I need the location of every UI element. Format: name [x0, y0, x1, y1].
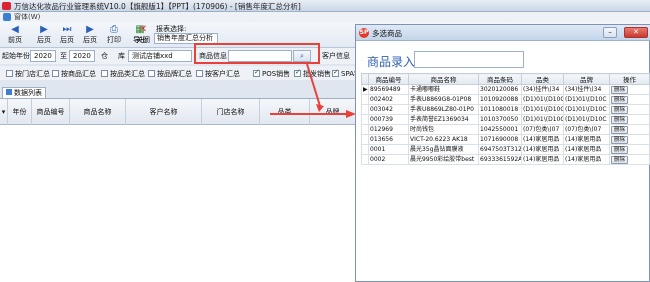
start-year-label: 起始年份: [2, 52, 30, 60]
last-page-button[interactable]: ▶ 后页: [79, 24, 101, 46]
checkbox-by-customer[interactable]: 按客户汇总: [196, 69, 240, 79]
grid-indicator-col: ▾: [0, 99, 8, 125]
col-barcode[interactable]: 商品条码: [478, 73, 522, 85]
grid-col-product-name[interactable]: 商品名称: [70, 99, 126, 125]
checkbox-by-store[interactable]: 按门店汇总: [6, 69, 50, 79]
delete-row-button[interactable]: 删除: [611, 96, 629, 104]
checkbox-by-brand[interactable]: 按品牌汇总: [148, 69, 192, 79]
dialog-app-icon: SP: [359, 28, 369, 38]
product-entry-label: 商品录入: [367, 55, 416, 69]
table-row[interactable]: 002402 手表U8869G8-01P08 1010920088 (D1)01…: [361, 94, 650, 105]
warehouse-label: 仓: [101, 52, 108, 60]
window-menu-icon: [3, 13, 11, 21]
close-dialog-button[interactable]: ✕: [624, 27, 648, 38]
grid-col-customer-name[interactable]: 客户名称: [126, 99, 202, 125]
col-product-name[interactable]: 商品名称: [408, 73, 479, 85]
to-label: 至: [60, 52, 67, 60]
close-icon: ✕: [138, 24, 148, 35]
app-logo-icon: [2, 2, 11, 10]
warehouse-input[interactable]: 测试店铺xxd: [128, 50, 192, 62]
delete-row-button[interactable]: 删除: [611, 156, 629, 164]
delete-row-button[interactable]: 删除: [611, 126, 629, 134]
delete-row-button[interactable]: 删除: [611, 106, 629, 114]
col-category[interactable]: 品类: [521, 73, 564, 85]
annotation-arrow-down: [306, 63, 321, 107]
table-row[interactable]: ▶ 89569489 卡通嘟嘟鞋 3020120086 (34)挂件\(34 (…: [361, 84, 650, 95]
minimize-icon: –: [608, 28, 612, 36]
next-page-button[interactable]: ▶ 后页: [33, 24, 55, 46]
close-icon: ✕: [633, 28, 639, 36]
product-entry-input[interactable]: [414, 51, 524, 68]
table-row[interactable]: 000739 手表简誉EZ1369034 1010370050 (D1)01\(…: [361, 114, 650, 125]
next-page-button-2[interactable]: ⏭ 后页: [56, 24, 78, 46]
tab-data-list[interactable]: 数据列表: [2, 87, 46, 98]
row-indicator-header: [361, 73, 369, 85]
checkbox-pos-sales[interactable]: POS销售: [253, 68, 290, 79]
table-row[interactable]: 003042 手表U8869LZ80-01P0 1011080018 (D1)0…: [361, 104, 650, 115]
minimize-button[interactable]: –: [603, 27, 617, 38]
close-button[interactable]: ✕ 关闭: [132, 24, 154, 46]
delete-row-button[interactable]: 删除: [611, 116, 629, 124]
delete-row-button[interactable]: 删除: [611, 86, 629, 94]
printer-icon: ⎙: [110, 24, 118, 35]
arrow-right-icon: ▶: [86, 24, 94, 35]
grid-col-product-code[interactable]: 商品编号: [32, 99, 70, 125]
grid-col-store-name[interactable]: 门店名称: [202, 99, 260, 125]
arrow-left-icon: ◀: [11, 24, 19, 35]
table-icon: [6, 89, 12, 95]
print-button[interactable]: ⎙ 打印: [103, 24, 125, 46]
checkbox-by-category[interactable]: 按品类汇总: [101, 69, 145, 79]
product-table: 商品编号 商品名称 商品条码 品类 品牌 操作 ▶ 89569489 卡通嘟嘟鞋…: [361, 73, 650, 165]
annotation-arrow-right: [270, 110, 356, 118]
col-product-code[interactable]: 商品编号: [368, 73, 409, 85]
arrow-right-icon: ⏭: [62, 24, 72, 35]
window-title: 万信达化妆品行业管理系统V10.0【旗舰版1】【PPT】(170906) - […: [14, 2, 301, 11]
menu-window[interactable]: 窗体(W): [14, 12, 40, 22]
dialog-title-bar: SP 多选商品 – ✕: [356, 25, 650, 41]
table-row[interactable]: 013656 VICT-20.6223 AK18 1071690008 (14)…: [361, 134, 650, 145]
grid-col-year[interactable]: 年份: [8, 99, 32, 125]
table-row[interactable]: 0002 晨光9950彩绘胶带best 6933361592A (14)家居用品…: [361, 154, 650, 165]
dialog-title: 多选商品: [372, 29, 402, 38]
start-year-input[interactable]: 2020: [30, 50, 56, 62]
current-row-pointer-icon: ▶: [361, 84, 369, 95]
warehouse-label-2: 库: [118, 52, 125, 60]
prev-page-button[interactable]: ◀ 前页: [4, 24, 26, 46]
menu-bar: 窗体(W): [0, 12, 650, 22]
main-title-bar: 万信达化妆品行业管理系统V10.0【旗舰版1】【PPT】(170906) - […: [0, 0, 650, 12]
product-table-header: 商品编号 商品名称 商品条码 品类 品牌 操作: [361, 73, 650, 85]
checkbox-by-product[interactable]: 按商品汇总: [52, 69, 96, 79]
col-brand[interactable]: 品牌: [563, 73, 610, 85]
arrow-right-icon: ▶: [40, 24, 48, 35]
table-row[interactable]: 0001 晨光35g晶钻面膜液 6947503T312 (14)家居用品 (14…: [361, 144, 650, 155]
table-row[interactable]: 012969 时尚钱包 1042550001 (07)包类\(07 (07)包类…: [361, 124, 650, 135]
delete-row-button[interactable]: 删除: [611, 146, 629, 154]
multi-select-product-dialog: SP 多选商品 – ✕ 商品录入 商品编号 商品名称 商品条码 品类 品牌 操作: [355, 24, 650, 282]
delete-row-button[interactable]: 删除: [611, 136, 629, 144]
end-year-input[interactable]: 2020: [69, 50, 95, 62]
col-action: 操作: [609, 73, 650, 85]
